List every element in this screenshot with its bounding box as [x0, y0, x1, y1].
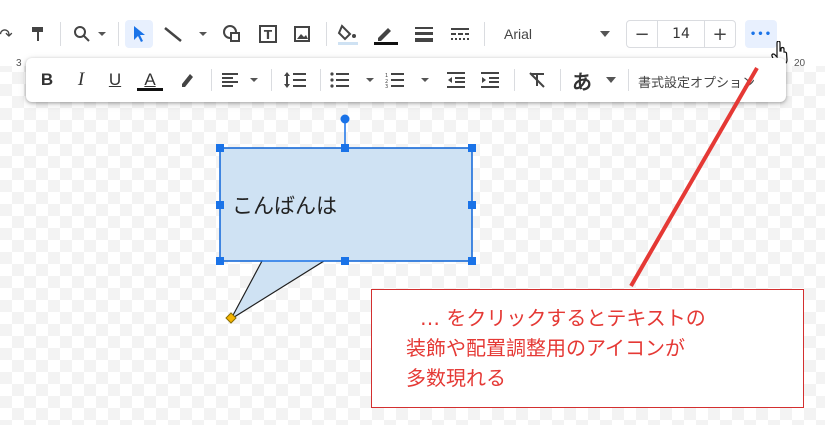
rotate-handle[interactable] [340, 114, 350, 124]
resize-handle[interactable] [216, 201, 224, 209]
annotation-line-1: … をクリックするとテキストの [420, 306, 706, 330]
annotation-line-3: 多数現れる [406, 366, 506, 390]
pointer-arrow-line [629, 66, 759, 288]
resize-handle[interactable] [341, 144, 349, 152]
annotation-line-2: 装飾や配置調整用のアイコンが [406, 336, 685, 360]
annotation-box: … をクリックするとテキストの 装飾や配置調整用のアイコンが 多数現れる [371, 289, 804, 408]
resize-handle[interactable] [216, 257, 224, 265]
resize-handle[interactable] [216, 144, 224, 152]
resize-handle[interactable] [468, 257, 476, 265]
resize-handle[interactable] [468, 144, 476, 152]
resize-handle[interactable] [468, 201, 476, 209]
resize-handle[interactable] [341, 257, 349, 265]
callout-text[interactable]: こんばんは [232, 190, 337, 220]
